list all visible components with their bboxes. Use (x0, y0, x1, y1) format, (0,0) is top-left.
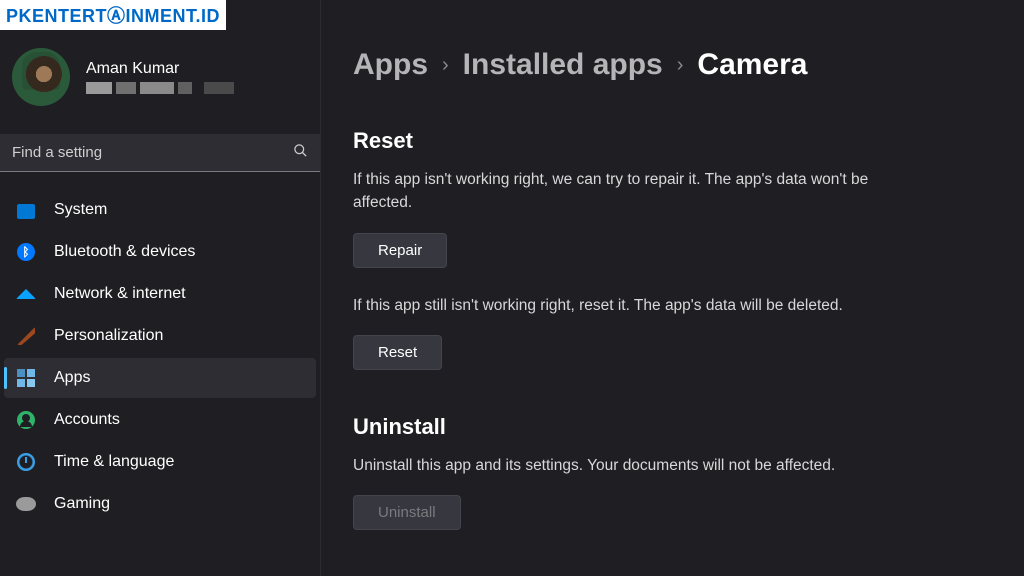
nav-personalization[interactable]: Personalization (4, 316, 316, 356)
nav-gaming[interactable]: Gaming (4, 484, 316, 524)
brush-icon (16, 326, 36, 346)
gamepad-icon (16, 494, 36, 514)
main-content: Apps › Installed apps › Camera Reset If … (320, 0, 1024, 576)
nav-label: Personalization (54, 327, 163, 345)
profile-block[interactable]: Aman Kumar (0, 40, 320, 130)
settings-sidebar: Aman Kumar System ᛒ Bluetooth & devices … (0, 0, 320, 576)
clock-globe-icon (16, 452, 36, 472)
search-input[interactable] (12, 144, 293, 161)
uninstall-button[interactable]: Uninstall (353, 495, 461, 530)
nav-label: Bluetooth & devices (54, 243, 195, 261)
profile-email-redacted (86, 82, 234, 94)
watermark-brand: PKENTERTⒶINMENT.ID (0, 0, 226, 30)
nav-network[interactable]: Network & internet (4, 274, 316, 314)
nav-accounts[interactable]: Accounts (4, 400, 316, 440)
reset-button[interactable]: Reset (353, 335, 442, 370)
profile-name: Aman Kumar (86, 60, 234, 78)
uninstall-description: Uninstall this app and its settings. You… (353, 454, 913, 477)
profile-text: Aman Kumar (86, 60, 234, 94)
section-title-reset: Reset (353, 128, 992, 154)
bluetooth-icon: ᛒ (16, 242, 36, 262)
nav-bluetooth[interactable]: ᛒ Bluetooth & devices (4, 232, 316, 272)
crumb-current: Camera (697, 48, 807, 82)
nav-label: Apps (54, 369, 90, 387)
repair-button[interactable]: Repair (353, 233, 447, 268)
section-title-uninstall: Uninstall (353, 414, 992, 440)
nav-label: Accounts (54, 411, 120, 429)
settings-nav: System ᛒ Bluetooth & devices Network & i… (0, 190, 320, 524)
nav-time[interactable]: Time & language (4, 442, 316, 482)
wifi-icon (16, 284, 36, 304)
nav-apps[interactable]: Apps (4, 358, 316, 398)
chevron-right-icon: › (442, 54, 449, 77)
breadcrumb: Apps › Installed apps › Camera (353, 48, 992, 82)
nav-label: Time & language (54, 453, 174, 471)
nav-system[interactable]: System (4, 190, 316, 230)
avatar (12, 48, 70, 106)
search-icon (293, 143, 308, 162)
nav-label: Gaming (54, 495, 110, 513)
repair-description: If this app isn't working right, we can … (353, 168, 913, 215)
person-icon (16, 410, 36, 430)
crumb-installed-apps[interactable]: Installed apps (463, 48, 663, 82)
apps-icon (16, 368, 36, 388)
reset-description: If this app still isn't working right, r… (353, 294, 913, 317)
nav-label: System (54, 201, 107, 219)
uninstall-section: Uninstall Uninstall this app and its set… (353, 414, 992, 556)
search-box[interactable] (0, 134, 320, 172)
reset-section: Reset If this app isn't working right, w… (353, 128, 992, 396)
system-icon (16, 200, 36, 220)
nav-label: Network & internet (54, 285, 186, 303)
chevron-right-icon: › (677, 54, 684, 77)
crumb-apps[interactable]: Apps (353, 48, 428, 82)
